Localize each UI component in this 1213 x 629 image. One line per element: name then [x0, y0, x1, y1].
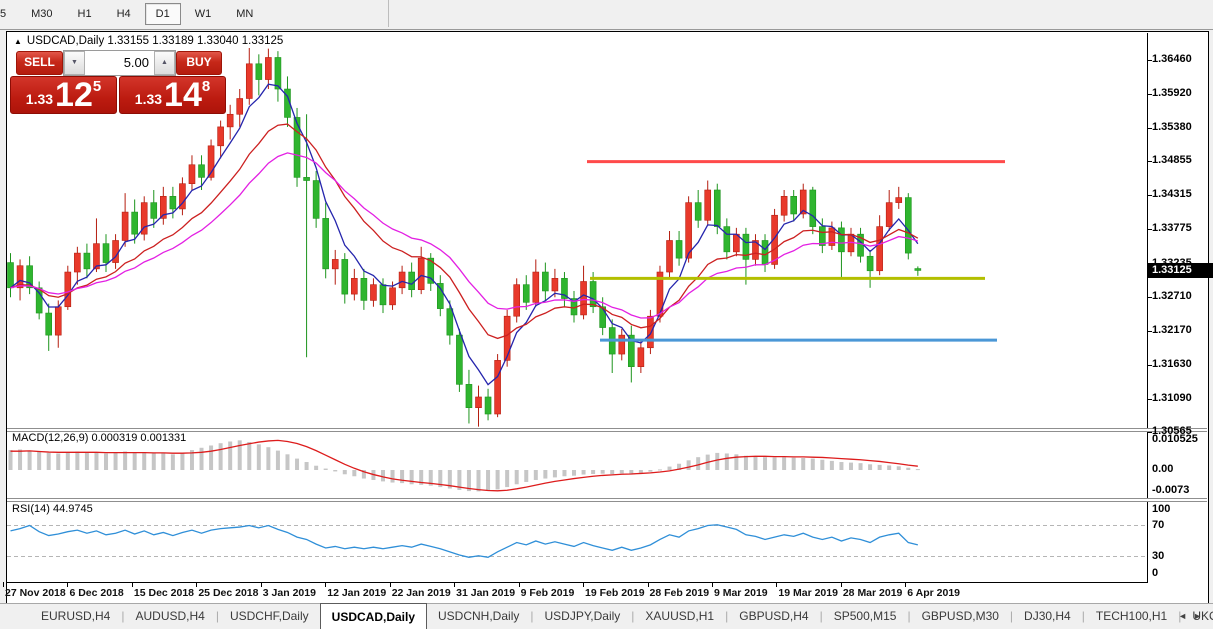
date-axis-label: 22 Jan 2019 [392, 587, 451, 599]
date-axis-label: 19 Feb 2019 [585, 587, 645, 599]
sell-price-prefix: 1.33 [26, 91, 53, 107]
volume-value[interactable]: 5.00 [85, 51, 154, 75]
buy-price-prefix: 1.33 [135, 91, 162, 107]
macd-axis-label: -0.0073 [1152, 484, 1189, 496]
date-axis-tick [325, 582, 326, 587]
buy-price-main: 14 [164, 80, 202, 110]
date-axis-tick [905, 582, 906, 587]
sell-price-box[interactable]: 1.33 12 5 [10, 76, 117, 114]
timeframe-button-w1[interactable]: W1 [184, 3, 223, 25]
timeframe-button-5[interactable]: 5 [0, 3, 17, 25]
sell-price-main: 12 [55, 80, 93, 110]
tab-scroll-arrows[interactable]: ◄► [1178, 611, 1208, 621]
price-axis-label: 1.33775 [1152, 222, 1192, 234]
buy-price-box[interactable]: 1.33 14 8 [119, 76, 226, 114]
chart-tab-dj30[interactable]: DJ30,H4 [1013, 604, 1082, 629]
buy-button[interactable]: BUY [176, 51, 222, 75]
chart-tab-gbpusd[interactable]: GBPUSD,M30 [911, 604, 1010, 629]
date-axis-tick [454, 582, 455, 587]
chart-tab-usdcad[interactable]: USDCAD,Daily [320, 603, 427, 629]
rsi-label: RSI(14) 44.9745 [12, 503, 93, 515]
date-axis-label: 28 Mar 2019 [843, 587, 903, 599]
date-axis-label: 3 Jan 2019 [263, 587, 316, 599]
chart-tab-gbpusd[interactable]: GBPUSD,H4 [728, 604, 819, 629]
timeframe-button-m30[interactable]: M30 [20, 3, 63, 25]
sell-button[interactable]: SELL [16, 51, 63, 75]
timeframe-button-mn[interactable]: MN [225, 3, 264, 25]
date-axis-label: 31 Jan 2019 [456, 587, 515, 599]
date-axis-tick [583, 582, 584, 587]
macd-label: MACD(12,26,9) 0.000319 0.001331 [12, 432, 186, 444]
date-axis-label: 27 Nov 2018 [5, 587, 66, 599]
date-axis-label: 12 Jan 2019 [327, 587, 386, 599]
timeframe-button-h1[interactable]: H1 [67, 3, 103, 25]
macd-axis-label: 0.010525 [1152, 433, 1198, 445]
chart-tab-usdcnh[interactable]: USDCNH,Daily [427, 604, 530, 629]
price-axis-label: 1.32710 [1152, 290, 1192, 302]
chart-symbol-header: ▲ USDCAD,Daily 1.33155 1.33189 1.33040 1.… [14, 35, 283, 47]
date-axis-label: 25 Dec 2018 [198, 587, 258, 599]
price-axis-label: 1.31630 [1152, 358, 1192, 370]
date-axis-label: 9 Mar 2019 [714, 587, 768, 599]
date-axis-label: 6 Dec 2018 [69, 587, 123, 599]
timeframe-button-d1[interactable]: D1 [145, 3, 181, 25]
macd-axis-label: 0.00 [1152, 463, 1173, 475]
current-price-tag: 1.33125 [1148, 263, 1213, 278]
price-axis-label: 1.34315 [1152, 188, 1192, 200]
buy-price-pip: 8 [202, 78, 210, 95]
date-axis-label: 9 Feb 2019 [521, 587, 575, 599]
volume-decrease-button[interactable]: ▼ [64, 51, 85, 75]
price-axis-label: 1.34855 [1152, 154, 1192, 166]
pane-splitter-rsi[interactable] [7, 498, 1207, 502]
pane-splitter-macd[interactable] [7, 428, 1207, 432]
chart-tab-usdchf[interactable]: USDCHF,Daily [219, 604, 320, 629]
chart-tab-tech100[interactable]: TECH100,H1 [1085, 604, 1178, 629]
chart-tab-bar: EURUSD,H4|AUDUSD,H4|USDCHF,DailyUSDCAD,D… [0, 603, 1213, 629]
rsi-axis-label: 0 [1152, 567, 1158, 579]
chart-tab-sp500[interactable]: SP500,M15 [823, 604, 908, 629]
chart-tab-xauusd[interactable]: XAUUSD,H1 [634, 604, 725, 629]
price-axis-label: 1.36460 [1152, 53, 1192, 65]
date-axis-label: 15 Dec 2018 [134, 587, 194, 599]
date-axis-tick [261, 582, 262, 587]
date-axis-border [7, 582, 1148, 583]
date-axis-label: 28 Feb 2019 [650, 587, 710, 599]
price-axis-label: 1.31090 [1152, 392, 1192, 404]
rsi-axis-label: 100 [1152, 503, 1170, 515]
date-axis-tick [390, 582, 391, 587]
date-axis-tick [132, 582, 133, 587]
date-axis-tick [67, 582, 68, 587]
date-axis-tick [519, 582, 520, 587]
sell-price-pip: 5 [93, 78, 101, 95]
one-click-collapse-icon[interactable]: ▲ [14, 37, 22, 46]
timeframe-button-h4[interactable]: H4 [106, 3, 142, 25]
rsi-axis-label: 70 [1152, 519, 1164, 531]
date-axis-tick [196, 582, 197, 587]
chart-tab-eurusd[interactable]: EURUSD,H4 [30, 604, 121, 629]
date-axis-tick [712, 582, 713, 587]
date-axis-tick [841, 582, 842, 587]
symbol-ohlc-text: USDCAD,Daily 1.33155 1.33189 1.33040 1.3… [27, 35, 283, 47]
date-axis-label: 19 Mar 2019 [778, 587, 838, 599]
price-axis-label: 1.32170 [1152, 324, 1192, 336]
chart-window [6, 31, 1209, 605]
date-axis-tick [648, 582, 649, 587]
timeframe-toolbar: 5M30H1H4D1W1MN [0, 0, 1213, 30]
date-axis-tick [776, 582, 777, 587]
rsi-axis-label: 30 [1152, 550, 1164, 562]
date-axis-tick [3, 582, 4, 587]
volume-spinner: ▼ 5.00 ▲ [63, 50, 176, 76]
timeframe-button-group: 5M30H1H4D1W1MN [0, 0, 389, 27]
chart-tab-usdjpy[interactable]: USDJPY,Daily [533, 604, 631, 629]
date-axis-label: 6 Apr 2019 [907, 587, 960, 599]
chart-tab-audusd[interactable]: AUDUSD,H4 [124, 604, 215, 629]
volume-increase-button[interactable]: ▲ [154, 51, 175, 75]
price-axis-label: 1.35920 [1152, 87, 1192, 99]
price-axis-label: 1.35380 [1152, 121, 1192, 133]
